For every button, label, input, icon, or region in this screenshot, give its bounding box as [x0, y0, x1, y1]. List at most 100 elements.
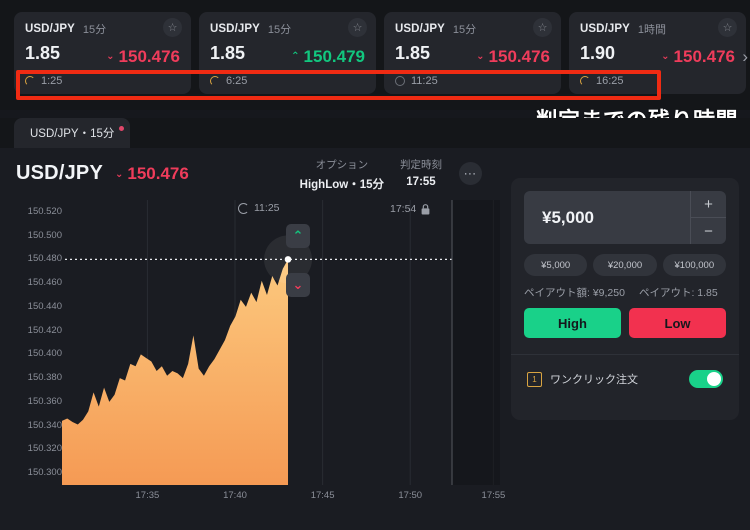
clock-icon	[580, 75, 590, 86]
star-icon[interactable]: ☆	[348, 18, 367, 37]
option-label: オプション	[315, 159, 369, 171]
ticker-duration: 15分	[452, 24, 477, 36]
chart-y-tick: 150.520	[27, 205, 62, 217]
caret-down-icon: ⌄	[476, 51, 485, 62]
tab-usdjpy-15m[interactable]: USD/JPY・15分	[14, 118, 131, 148]
chart-countdown-marker: 11:25	[238, 202, 280, 214]
star-icon[interactable]: ☆	[718, 18, 737, 37]
payout-info: ペイアウト額: ¥9,250 ペイアウト: 1.85	[524, 285, 726, 300]
chart-countdown-value: 11:25	[254, 202, 280, 214]
ticker-countdown-row: 6:25	[210, 75, 365, 87]
ticker-pair: USD/JPY	[395, 23, 445, 35]
chart-plot[interactable]	[62, 200, 500, 485]
amount-increment-button[interactable]: +	[691, 191, 726, 218]
chart-low-marker-button[interactable]: ⌄	[286, 273, 310, 297]
amount-decrement-button[interactable]: −	[691, 218, 726, 244]
ticker-card-values: 1.85 ⌄ 150.476	[395, 43, 550, 67]
chart-lock-marker: 17:54	[390, 203, 430, 215]
tab-label: USD/JPY・15分	[30, 128, 115, 140]
clock-icon	[25, 75, 35, 86]
ticker-price: ⌄ 150.476	[661, 47, 735, 67]
chart-high-marker-button[interactable]: ⌃	[286, 224, 310, 248]
chart-x-tick: 17:55	[481, 490, 506, 501]
chart-current-price-value: 150.476	[127, 164, 189, 183]
judge-time-info: 判定時刻 17:55	[400, 157, 442, 192]
chart-meta: オプション HighLow・15分 判定時刻 17:55	[300, 157, 442, 192]
ticker-payout: 1.85	[210, 43, 246, 63]
chart-pair-title: USD/JPY	[16, 162, 103, 184]
oneclick-toggle[interactable]	[689, 370, 723, 388]
ticker-payout: 1.85	[25, 43, 61, 63]
ticker-price: ⌄ 150.476	[106, 47, 180, 67]
chart-x-tick: 17:40	[223, 490, 247, 501]
payout-rate: ペイアウト: 1.85	[638, 287, 718, 299]
chart-x-tick: 17:50	[398, 490, 423, 501]
star-icon[interactable]: ☆	[533, 18, 552, 37]
ticker-card-header: USD/JPY 1時間	[580, 21, 735, 37]
chevron-right-icon[interactable]: ›	[742, 47, 748, 67]
ticker-price: ⌄ 150.476	[476, 47, 550, 67]
chart-current-price: ⌄ 150.476	[115, 164, 189, 184]
ticker-card[interactable]: USD/JPY 15分 ☆ 1.85 ⌃ 150.479 6:25	[199, 12, 376, 94]
ticker-card[interactable]: USD/JPY 15分 ☆ 1.85 ⌄ 150.476 11:25	[384, 12, 561, 94]
trade-panel: ¥5,000 + − ¥5,000 ¥20,000 ¥100,000 ペイアウト…	[511, 178, 739, 420]
chart-y-tick: 150.300	[27, 467, 62, 479]
chart-y-tick: 150.460	[27, 277, 62, 289]
ticker-card-header: USD/JPY 15分	[210, 21, 365, 37]
ticker-duration: 1時間	[637, 24, 667, 36]
chart-y-tick: 150.420	[27, 324, 62, 336]
ticker-strip: USD/JPY 15分 ☆ 1.85 ⌄ 150.476 1:25 USD/JP…	[0, 0, 750, 110]
quick-amount-chip[interactable]: ¥20,000	[593, 254, 657, 276]
chart-y-tick: 150.380	[27, 372, 62, 384]
caret-up-icon: ⌃	[291, 51, 300, 62]
chart-y-tick: 150.360	[27, 395, 62, 407]
high-button[interactable]: High	[524, 308, 621, 338]
ticker-card[interactable]: USD/JPY 1時間 ☆ 1.90 ⌄ 150.476 16:25	[569, 12, 746, 94]
tab-status-dot	[119, 126, 125, 131]
chart-y-tick: 150.340	[27, 419, 62, 431]
lock-icon	[421, 203, 430, 214]
more-options-icon[interactable]: ⋯	[459, 162, 482, 185]
low-button[interactable]: Low	[629, 308, 726, 338]
quick-amount-chip[interactable]: ¥5,000	[524, 254, 588, 276]
ticker-price-value: 150.476	[488, 46, 550, 66]
judge-time-value: 17:55	[406, 176, 436, 188]
ticker-duration: 15分	[267, 24, 292, 36]
highlow-buttons: High Low	[524, 308, 726, 338]
chart-lock-time: 17:54	[390, 203, 417, 215]
ticker-countdown: 1:25	[41, 74, 63, 87]
chart-y-tick: 150.320	[27, 443, 62, 455]
clock-icon	[238, 202, 249, 214]
option-info: オプション HighLow・15分	[300, 157, 384, 192]
trading-app-window: USD/JPY 15分 ☆ 1.85 ⌄ 150.476 1:25 USD/JP…	[0, 0, 750, 530]
ticker-countdown: 11:25	[411, 74, 438, 87]
ticker-countdown-row: 11:25	[395, 75, 550, 87]
caret-down-icon: ⌄	[115, 168, 124, 180]
clock-icon	[210, 75, 220, 86]
option-value: HighLow・15分	[299, 179, 384, 191]
ticker-countdown: 6:25	[226, 74, 248, 87]
oneclick-label: ワンクリック注文	[550, 374, 638, 386]
chart-y-tick: 150.400	[27, 348, 62, 360]
tab-bar: USD/JPY・15分	[0, 118, 750, 148]
ticker-duration: 15分	[82, 24, 107, 36]
ticker-card-values: 1.85 ⌃ 150.479	[210, 43, 365, 67]
chart-y-tick: 150.480	[27, 253, 62, 265]
chart-svg	[62, 200, 500, 485]
panel-divider	[511, 354, 739, 355]
ticker-card[interactable]: USD/JPY 15分 ☆ 1.85 ⌄ 150.476 1:25	[14, 12, 191, 94]
chart-y-tick: 150.500	[27, 229, 62, 241]
ticker-card-values: 1.85 ⌄ 150.476	[25, 43, 180, 67]
ticker-card-header: USD/JPY 15分	[25, 21, 180, 37]
star-icon[interactable]: ☆	[163, 18, 182, 37]
chart-y-tick: 150.440	[27, 300, 62, 312]
amount-input[interactable]: ¥5,000 + −	[524, 191, 726, 244]
quick-amount-chip[interactable]: ¥100,000	[662, 254, 726, 276]
chart-x-tick: 17:35	[135, 490, 160, 501]
ticker-payout: 1.85	[395, 43, 431, 63]
caret-down-icon: ⌄	[106, 51, 115, 62]
oneclick-order-row[interactable]: 1 ワンクリック注文	[527, 367, 723, 391]
toggle-knob	[707, 372, 721, 386]
chart-x-tick: 17:45	[310, 490, 335, 501]
amount-steppers: + −	[690, 191, 726, 244]
